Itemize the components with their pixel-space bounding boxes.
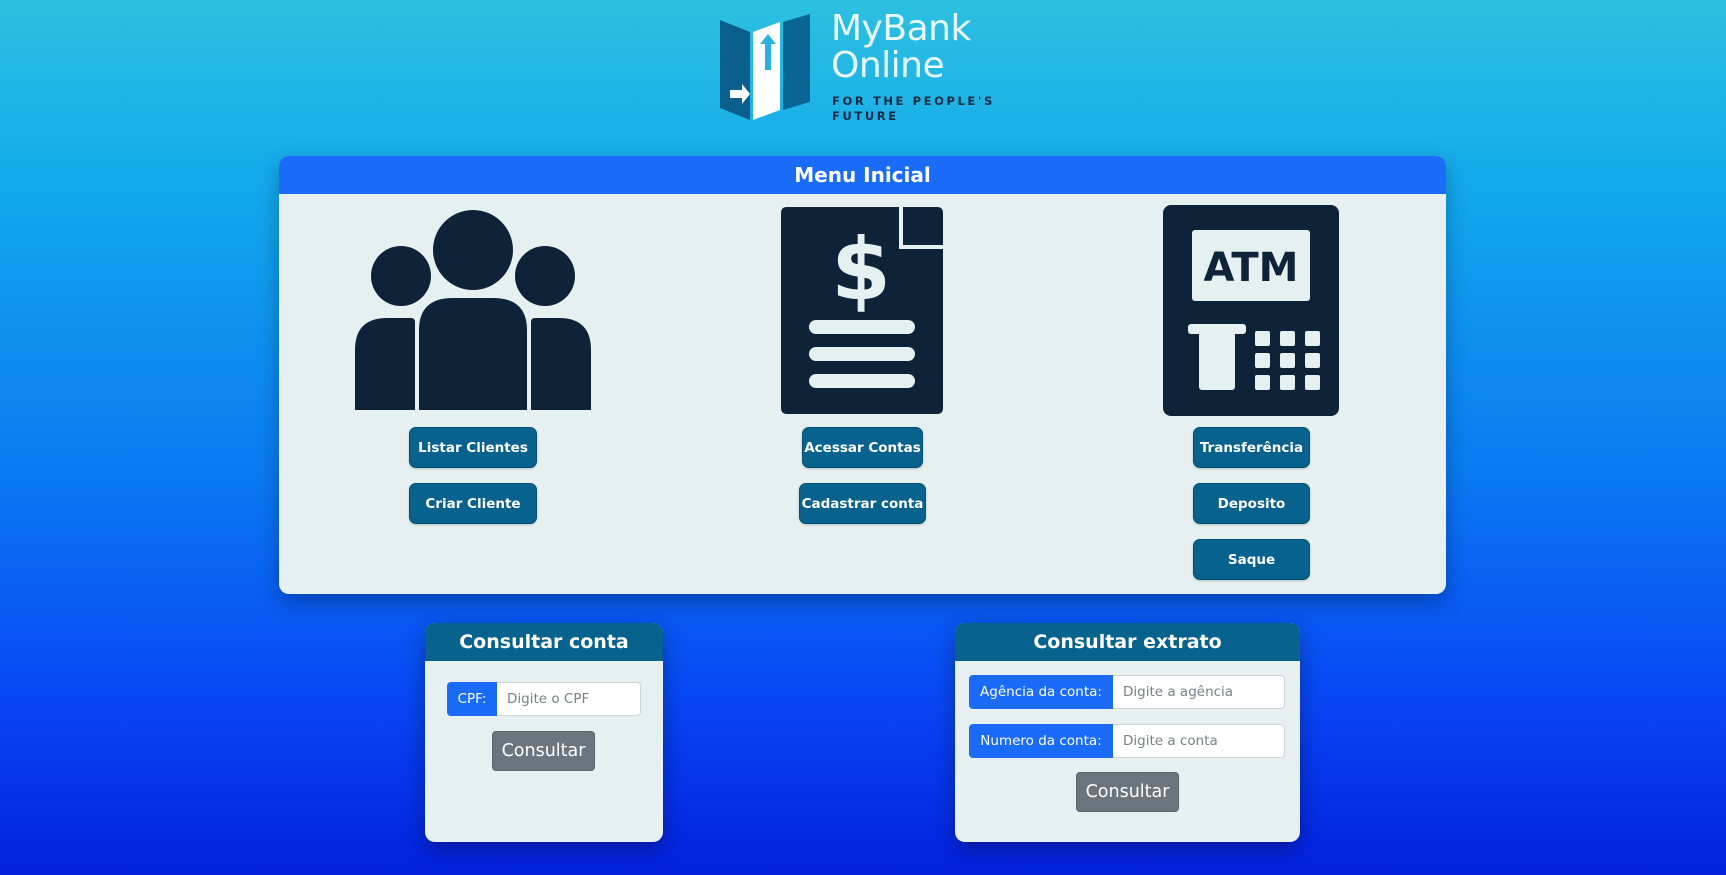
mybank-logo: MyBank Online FOR THE PEOPLE'S FUTURE <box>718 10 1008 128</box>
deposito-button[interactable]: Deposito <box>1193 483 1310 524</box>
logo-book-icon <box>720 14 810 120</box>
conta-input[interactable] <box>1113 724 1285 758</box>
logo-name-line1: MyBank <box>831 8 971 49</box>
consultar-conta-title: Consultar conta <box>425 623 663 661</box>
cadastrar-conta-button[interactable]: Cadastrar conta <box>799 483 926 524</box>
logo-name-line2: Online <box>831 45 945 86</box>
conta-label: Numero da conta: <box>969 724 1113 758</box>
consultar-extrato-title: Consultar extrato <box>955 623 1300 661</box>
cpf-input-group: CPF: <box>447 682 641 716</box>
cpf-input[interactable] <box>497 682 641 716</box>
agencia-label: Agência da conta: <box>969 675 1113 709</box>
acessar-contas-button[interactable]: Acessar Contas <box>802 427 923 468</box>
logo-name: MyBank Online <box>831 10 971 84</box>
users-group-icon <box>355 210 591 410</box>
svg-text:$: $ <box>831 220 891 320</box>
transferencia-button[interactable]: Transferência <box>1193 427 1310 468</box>
saque-button[interactable]: Saque <box>1193 539 1310 580</box>
cpf-label: CPF: <box>447 682 497 716</box>
consultar-extrato-button[interactable]: Consultar <box>1076 772 1179 812</box>
agencia-input-group: Agência da conta: <box>969 675 1285 709</box>
menu-title: Menu Inicial <box>279 156 1446 194</box>
listar-clientes-button[interactable]: Listar Clientes <box>409 427 537 468</box>
menu-card: Menu Inicial $ ATM Listar Clientes Criar… <box>279 156 1446 594</box>
criar-cliente-button[interactable]: Criar Cliente <box>409 483 537 524</box>
consultar-extrato-card: Consultar extrato Agência da conta: Nume… <box>955 623 1300 842</box>
agencia-input[interactable] <box>1113 675 1285 709</box>
logo-tagline-line2: FUTURE <box>832 109 899 123</box>
dollar-document-icon: $ <box>781 207 943 414</box>
conta-input-group: Numero da conta: <box>969 724 1285 758</box>
logo-tagline-line1: FOR THE PEOPLE'S <box>832 94 995 108</box>
atm-icon: ATM <box>1163 205 1339 416</box>
consultar-conta-card: Consultar conta CPF: Consultar <box>425 623 663 842</box>
consultar-conta-button[interactable]: Consultar <box>492 731 595 771</box>
logo-tagline: FOR THE PEOPLE'S FUTURE <box>832 94 995 124</box>
atm-label: ATM <box>1204 245 1299 291</box>
